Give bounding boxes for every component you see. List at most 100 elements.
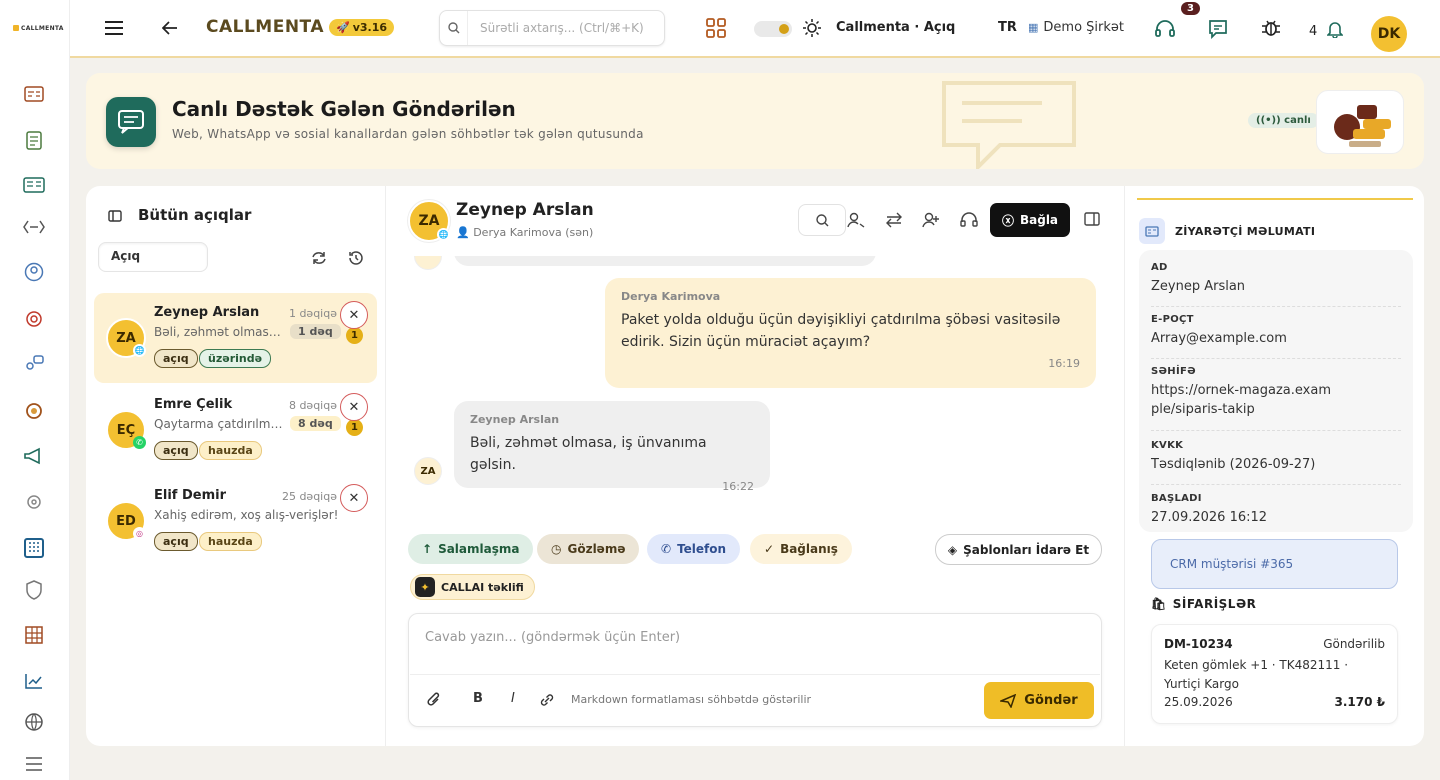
- chat-panel: ZA 🌐 Zeynep Arslan 👤 Derya Karimova (sən)…: [386, 186, 1125, 746]
- contact-info-icon[interactable]: [847, 211, 865, 233]
- brand-title: CALLMENTA: [206, 17, 324, 37]
- headset-icon[interactable]: [1154, 18, 1176, 40]
- history-icon[interactable]: [348, 250, 364, 270]
- transfer-icon[interactable]: [885, 211, 903, 233]
- close-conversation-button[interactable]: ✕: [340, 301, 368, 329]
- search-input[interactable]: Sürətli axtarış... (Ctrl/⌘+K): [439, 10, 665, 46]
- send-button[interactable]: Göndər: [984, 682, 1094, 719]
- language-switch[interactable]: TR: [998, 20, 1017, 35]
- link-icon[interactable]: [539, 693, 555, 711]
- unread-count-badge: 1: [346, 327, 363, 344]
- sidebar-item-awards[interactable]: [22, 398, 46, 422]
- quick-reply-phone[interactable]: ✆ Telefon: [647, 534, 741, 564]
- field-kvkk: KVKK Təsdiqlənib (2026-09-27): [1151, 440, 1316, 472]
- bell-icon[interactable]: [1327, 20, 1343, 38]
- order-card[interactable]: DM-10234 Göndərilib Keten gömlek +1 · TK…: [1151, 624, 1398, 724]
- message-time: 16:19: [1048, 357, 1080, 370]
- attach-icon[interactable]: [427, 692, 441, 712]
- message-preview: Qaytarma çatdırılması: [154, 417, 284, 431]
- sidebar-item-live-chat[interactable]: [22, 352, 46, 376]
- check-icon: ✓: [764, 542, 775, 556]
- queue-tag: hauzda: [199, 441, 262, 460]
- chat-contact-name: Zeynep Arslan: [456, 200, 594, 220]
- manage-templates-button[interactable]: ◈ Şablonları İdarə Et: [935, 534, 1102, 565]
- sidebar-item-teams[interactable]: [22, 623, 46, 647]
- contact-name: Elif Demir: [154, 488, 226, 503]
- sidebar-item-campaigns[interactable]: [22, 444, 46, 468]
- company-selector[interactable]: ▦ Demo Şirkət: [1028, 20, 1124, 35]
- refresh-icon[interactable]: [311, 250, 327, 270]
- back-arrow-icon[interactable]: [162, 21, 178, 35]
- sidebar-item-dashboard[interactable]: [22, 82, 46, 106]
- clock-icon: ◷: [551, 542, 562, 556]
- visitor-details-card: AD Zeynep Arslan E-POÇT Array@example.com …: [1139, 250, 1413, 532]
- bug-icon[interactable]: [1261, 18, 1281, 38]
- status-label: Callmenta · Açıq: [836, 20, 956, 35]
- italic-icon[interactable]: I: [511, 691, 515, 706]
- status-tag: açıq: [154, 532, 198, 551]
- quick-reply-greeting[interactable]: ↑ Salamlaşma: [408, 534, 534, 564]
- menu-icon[interactable]: [104, 20, 124, 36]
- bag-icon: 🛍: [1151, 597, 1167, 611]
- signal-icon: ((•)): [1256, 115, 1285, 126]
- close-conversation-button[interactable]: ✕: [340, 393, 368, 421]
- close-icon: ✕: [348, 490, 360, 506]
- message-preview: Xahiş edirəm, xoş alış-verişlər!: [154, 508, 339, 522]
- sidebar-item-alarms[interactable]: [22, 306, 46, 330]
- page-header: Canlı Dəstək Gələn Göndərilən Web, Whats…: [86, 73, 1424, 169]
- wait-duration-badge: 8 dəq: [290, 416, 341, 431]
- chat-search-button[interactable]: [798, 204, 846, 236]
- markdown-hint: Markdown formatlaması söhbətdə göstərili…: [571, 693, 812, 706]
- sender-avatar: [414, 256, 442, 270]
- message-composer[interactable]: Cavab yazın... (göndərmək üçün Enter) B …: [408, 613, 1102, 727]
- live-badge: ((•)) canlı: [1248, 113, 1319, 128]
- sidebar-item-filters[interactable]: [22, 752, 46, 776]
- sidebar-item-grid[interactable]: [22, 536, 46, 560]
- sidebar-item-users[interactable]: [22, 260, 46, 284]
- apps-grid-icon[interactable]: [706, 18, 726, 38]
- sun-icon[interactable]: [802, 18, 822, 38]
- ai-suggestion-button[interactable]: ✦ CALLAI təklifi: [410, 574, 535, 600]
- sidebar-toggle-icon[interactable]: [1084, 212, 1100, 230]
- chat-icon[interactable]: [1208, 19, 1228, 39]
- field-started: BAŞLADI 27.09.2026 16:12: [1151, 493, 1268, 525]
- order-description: Keten gömlek +1 · TK482111 · Yurtiçi Kar…: [1164, 658, 1349, 691]
- sidebar-item-analytics[interactable]: [22, 669, 46, 693]
- bold-icon[interactable]: B: [473, 691, 483, 706]
- close-chat-button[interactable]: ⓧ Bağla: [990, 203, 1070, 237]
- conversation-item[interactable]: ED ◎ Elif Demir 25 dəqiqə Xahiş edirəm, x…: [94, 476, 377, 566]
- message-text: Paket yolda olduğu üçün dəyişikliyi çatd…: [621, 312, 1061, 350]
- status-filter-select[interactable]: Açıq: [98, 242, 208, 272]
- theme-toggle[interactable]: [754, 21, 792, 37]
- user-avatar[interactable]: DK: [1371, 16, 1407, 52]
- sidebar-item-web[interactable]: [22, 710, 46, 734]
- quick-reply-closing[interactable]: ✓ Bağlanış: [750, 534, 852, 564]
- unread-count-badge: 1: [346, 419, 363, 436]
- sidebar-item-contacts[interactable]: [22, 173, 46, 197]
- headset-icon[interactable]: [960, 211, 978, 233]
- panel-toggle-icon[interactable]: [108, 210, 122, 226]
- close-conversation-button[interactable]: ✕: [340, 484, 368, 512]
- whatsapp-icon: ✆: [133, 436, 146, 449]
- field-email: E-POÇT Array@example.com: [1151, 314, 1287, 346]
- assignment-tag: üzərində: [199, 349, 272, 368]
- web-icon: 🌐: [437, 228, 450, 241]
- assignee-label: 👤 Derya Karimova (sən): [456, 226, 594, 239]
- crm-customer-link[interactable]: CRM müştərisi #365: [1151, 539, 1398, 589]
- sidebar-item-security[interactable]: [22, 578, 46, 602]
- quick-reply-hold[interactable]: ◷ Gözləmə: [537, 534, 640, 564]
- contact-avatar: ZA 🌐: [106, 318, 146, 358]
- sidebar-item-integrations[interactable]: [22, 215, 46, 239]
- tag-icon: ◈: [947, 542, 958, 557]
- status-tag: açıq: [154, 441, 198, 460]
- search-icon: [815, 213, 828, 226]
- conversation-item[interactable]: ZA 🌐 Zeynep Arslan 1 dəqiqə Bəli, zəhmət …: [94, 293, 377, 383]
- order-amount: 3.170 ₺: [1334, 695, 1385, 709]
- sidebar-item-settings[interactable]: [22, 490, 46, 514]
- conversation-item[interactable]: EÇ ✆ Emre Çelik 8 dəqiqə Qaytarma çatdırı…: [94, 385, 377, 475]
- field-page: SƏHİFƏ https://ornek-magaza.example/sipar…: [1151, 366, 1331, 417]
- add-participant-icon[interactable]: [922, 211, 940, 233]
- contact-name: Zeynep Arslan: [154, 305, 260, 320]
- sidebar-item-reports[interactable]: [22, 128, 46, 152]
- sender-avatar: ZA: [414, 457, 442, 485]
